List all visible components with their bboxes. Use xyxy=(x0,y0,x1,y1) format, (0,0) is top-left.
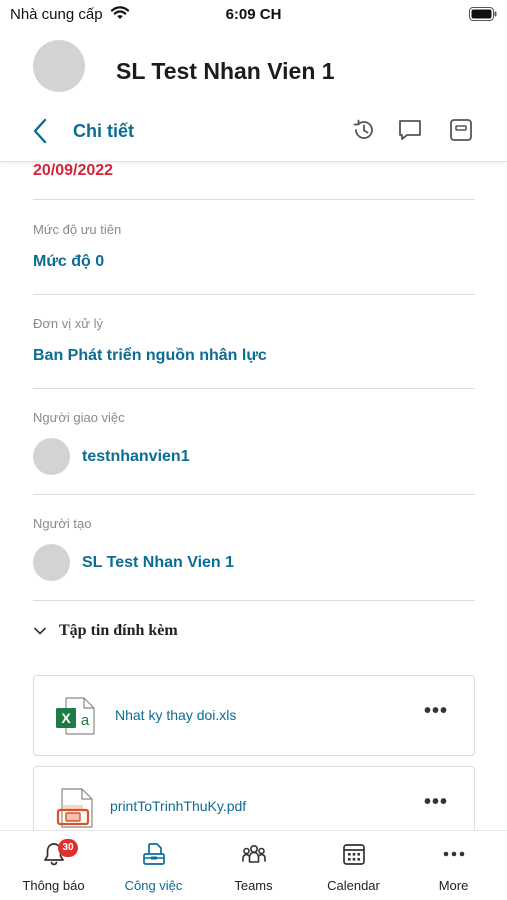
back-button[interactable] xyxy=(30,116,54,146)
header: SL Test Nhan Vien 1 Chi tiết xyxy=(0,30,507,162)
divider xyxy=(33,600,475,601)
attachments-toggle[interactable]: Tập tin đính kèm xyxy=(33,622,178,640)
priority-label: Mức độ ưu tiên xyxy=(33,222,122,237)
creator-avatar xyxy=(33,544,70,581)
calendar-icon xyxy=(343,844,365,865)
status-bar: Nhà cung cấp 6:09 CH xyxy=(0,0,507,30)
teams-icon xyxy=(242,845,266,863)
assigner-avatar xyxy=(33,438,70,475)
due-date: 20/09/2022 xyxy=(33,162,114,179)
attachments-title: Tập tin đính kèm xyxy=(59,622,178,639)
priority-value: Mức độ 0 xyxy=(33,253,105,270)
tab-calendar[interactable]: Calendar xyxy=(303,831,404,900)
page-title: SL Test Nhan Vien 1 xyxy=(116,58,335,84)
status-time: 6:09 CH xyxy=(225,6,282,23)
divider xyxy=(33,388,475,389)
unit-value: Ban Phát triển nguồn nhân lực xyxy=(33,347,267,364)
tab-label: Thông báo xyxy=(22,878,85,893)
notification-badge: 30 xyxy=(58,839,78,857)
tab-label: Calendar xyxy=(327,878,380,893)
creator-name[interactable]: SL Test Nhan Vien 1 xyxy=(82,554,234,572)
more-icon xyxy=(443,851,465,857)
chevron-down-icon xyxy=(34,627,46,635)
svg-text:a: a xyxy=(81,712,90,729)
tab-label: Teams xyxy=(234,878,273,893)
tab-teams[interactable]: Teams xyxy=(203,831,304,900)
nav-title: Chi tiết xyxy=(73,121,134,141)
pdf-file-icon xyxy=(54,785,98,829)
tab-label: Công việc xyxy=(124,878,183,893)
tab-more[interactable]: More xyxy=(403,831,504,900)
file-name[interactable]: Nhat ky thay doi.xls xyxy=(115,707,236,723)
creator-label: Người tạo xyxy=(33,516,92,531)
more-options-icon[interactable]: ••• xyxy=(424,700,448,723)
tasks-icon xyxy=(143,843,165,865)
attachment-card[interactable]: printToTrinhThuKy.pdf ••• xyxy=(33,766,475,830)
excel-file-icon: X a xyxy=(54,694,98,738)
tab-tasks[interactable]: Công việc xyxy=(103,831,204,900)
archive-icon[interactable] xyxy=(447,116,475,144)
divider xyxy=(33,199,475,200)
battery-icon xyxy=(469,7,497,26)
assigner-name[interactable]: testnhanvien1 xyxy=(82,448,190,466)
divider xyxy=(33,494,475,495)
chevron-left-icon xyxy=(33,118,47,144)
more-options-icon[interactable]: ••• xyxy=(424,791,448,814)
assigner-label: Người giao việc xyxy=(33,410,125,425)
user-avatar[interactable] xyxy=(33,40,85,92)
tab-label: More xyxy=(438,878,469,893)
task-detail-content[interactable]: 20/09/2022 Mức độ ưu tiên Mức độ 0 Đơn v… xyxy=(0,162,507,830)
unit-label: Đơn vị xử lý xyxy=(33,316,103,331)
attachment-card[interactable]: X a Nhat ky thay doi.xls ••• xyxy=(33,675,475,756)
divider xyxy=(33,294,475,295)
history-icon[interactable] xyxy=(350,116,378,144)
comment-icon[interactable] xyxy=(396,116,424,144)
svg-text:X: X xyxy=(61,710,71,726)
tab-notifications[interactable]: 30 Thông báo xyxy=(3,831,104,900)
bottom-tab-bar: 30 Thông báo Công việc Teams Calendar Mo… xyxy=(0,830,507,900)
file-name[interactable]: printToTrinhThuKy.pdf xyxy=(110,798,246,814)
